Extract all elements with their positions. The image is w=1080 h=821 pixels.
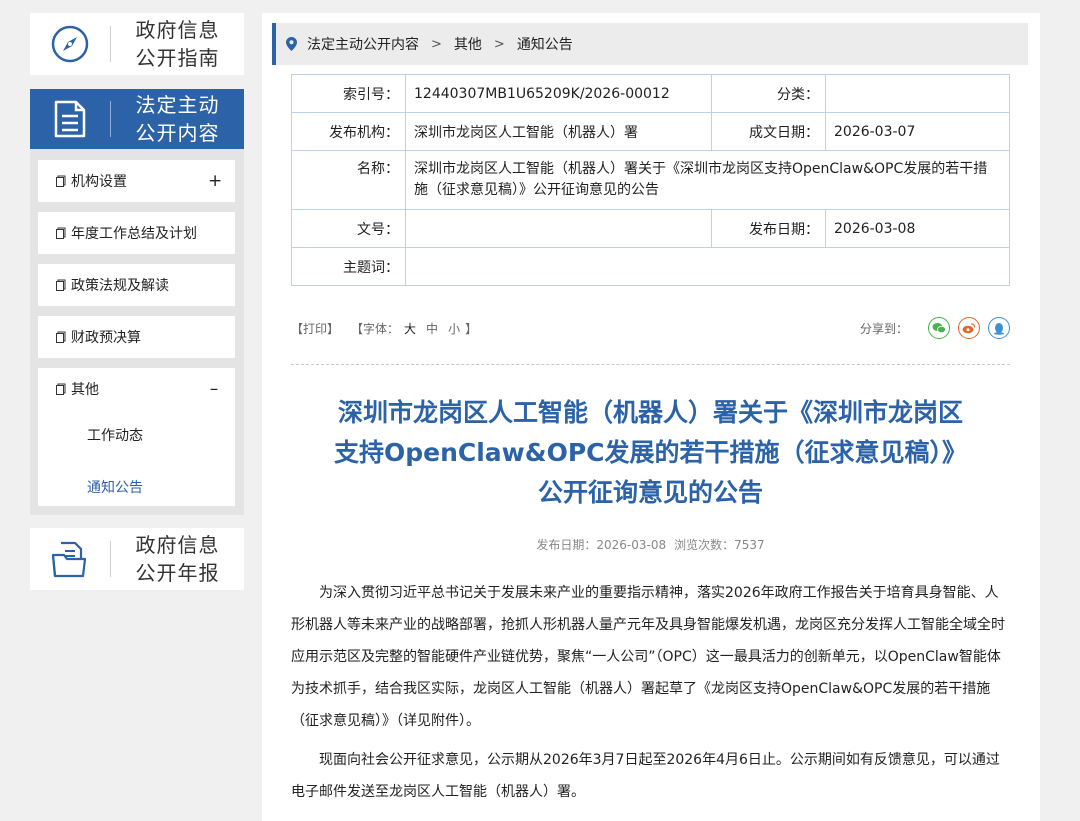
menu-item-annual-summary[interactable]: 年度工作总结及计划	[38, 212, 235, 254]
chevron-right-icon: >	[493, 36, 505, 52]
menu-item-other[interactable]: 其他 – 工作动态 通知公告	[38, 368, 235, 506]
page-icon	[56, 175, 66, 187]
publisher-value: 深圳市龙岗区人工智能（机器人）署	[405, 112, 712, 151]
annual-report-block[interactable]: 政府信息 公开年报	[30, 528, 244, 590]
index-value: 12440307MB1U65209K/2026-00012	[405, 74, 712, 113]
font-small-link[interactable]: 小	[448, 322, 460, 336]
article-toolbar: 【打印】 【字体：大中小】 分享到：	[291, 317, 1010, 339]
wechat-share-icon[interactable]	[928, 317, 950, 339]
legal-content-block: 法定主动 公开内容 机构设置 + 年度工作总结及计划 政策法规及解读 财政预决算…	[30, 89, 244, 515]
legal-content-title: 法定主动 公开内容	[135, 93, 220, 145]
font-medium-link[interactable]: 中	[426, 322, 438, 336]
doc-number-value	[405, 209, 712, 248]
breadcrumb-link-notices[interactable]: 通知公告	[517, 34, 573, 54]
breadcrumb-link-other[interactable]: 其他	[454, 34, 482, 54]
folder-icon	[30, 539, 110, 579]
location-pin-icon	[286, 37, 297, 51]
weibo-share-icon[interactable]	[958, 317, 980, 339]
compass-icon	[30, 24, 110, 64]
publish-date-label: 发布日期：	[711, 209, 826, 248]
font-size-control: 【字体：大中小】	[351, 321, 478, 336]
table-row: 文号： 发布日期： 2026-03-08	[291, 209, 1010, 248]
page-icon	[56, 331, 66, 343]
category-value	[825, 74, 1010, 113]
breadcrumb-link-legal[interactable]: 法定主动公开内容	[307, 34, 419, 54]
table-row: 主题词：	[291, 247, 1010, 286]
doc-number-label: 文号：	[291, 209, 406, 248]
name-value: 深圳市龙岗区人工智能（机器人）署关于《深圳市龙岗区支持OpenClaw&OPC发…	[405, 150, 1010, 210]
article-title: 深圳市龙岗区人工智能（机器人）署关于《深圳市龙岗区 支持OpenClaw&OPC…	[333, 398, 967, 507]
share-label: 分享到：	[859, 321, 908, 336]
collapse-icon[interactable]: –	[208, 379, 220, 399]
publisher-label: 发布机构：	[291, 112, 406, 151]
print-link[interactable]: 【打印】	[291, 320, 339, 337]
subject-label: 主题词：	[291, 247, 406, 286]
name-label: 名称：	[291, 150, 406, 210]
index-label: 索引号：	[291, 74, 406, 113]
article-paragraph: 为深入贯彻习近平总书记关于发展未来产业的重要指示精神，落实2026年政府工作报告…	[291, 585, 1005, 729]
guide-title: 政府信息 公开指南	[135, 18, 220, 70]
article-views: 浏览次数：7537	[674, 538, 765, 552]
created-date-value: 2026-03-07	[825, 112, 1010, 151]
table-row: 索引号： 12440307MB1U65209K/2026-00012 分类：	[291, 74, 1010, 113]
annual-report-title: 政府信息 公开年报	[135, 533, 220, 585]
category-label: 分类：	[711, 74, 826, 113]
page-icon	[56, 227, 66, 239]
document-meta-table: 索引号： 12440307MB1U65209K/2026-00012 分类： 发…	[291, 74, 1010, 286]
divider	[291, 364, 1010, 365]
table-row: 名称： 深圳市龙岗区人工智能（机器人）署关于《深圳市龙岗区支持OpenClaw&…	[291, 150, 1010, 210]
created-date-label: 成文日期：	[711, 112, 826, 151]
font-large-link[interactable]: 大	[404, 322, 416, 336]
qq-share-icon[interactable]	[988, 317, 1010, 339]
submenu-item-notices[interactable]: 通知公告	[38, 462, 235, 514]
table-row: 发布机构： 深圳市龙岗区人工智能（机器人）署 成文日期： 2026-03-07	[291, 112, 1010, 151]
article-paragraph: 现面向社会公开征求意见，公示期从2026年3月7日起至2026年4月6日止。公示…	[291, 752, 1000, 800]
article-meta: 发布日期：2026-03-08 浏览次数：7537	[291, 536, 1010, 553]
expand-icon[interactable]: +	[208, 171, 222, 191]
content-panel: 法定主动公开内容 > 其他 > 通知公告 索引号： 12440307MB1U65…	[262, 13, 1040, 821]
page-icon	[56, 383, 66, 395]
menu-item-budget[interactable]: 财政预决算	[38, 316, 235, 358]
publish-date-value: 2026-03-08	[825, 209, 1010, 248]
menu-item-org[interactable]: 机构设置 +	[38, 160, 235, 202]
chevron-right-icon: >	[431, 36, 442, 52]
document-icon	[30, 99, 110, 139]
menu-item-policy[interactable]: 政策法规及解读	[38, 264, 235, 306]
submenu-item-work-news[interactable]: 工作动态	[38, 410, 235, 462]
page-icon	[56, 279, 66, 291]
subject-value	[405, 247, 1010, 286]
legal-content-header[interactable]: 法定主动 公开内容	[30, 89, 244, 149]
breadcrumb: 法定主动公开内容 > 其他 > 通知公告	[272, 23, 1028, 65]
guide-block[interactable]: 政府信息 公开指南	[30, 13, 244, 75]
article-date: 发布日期：2026-03-08	[536, 538, 667, 552]
